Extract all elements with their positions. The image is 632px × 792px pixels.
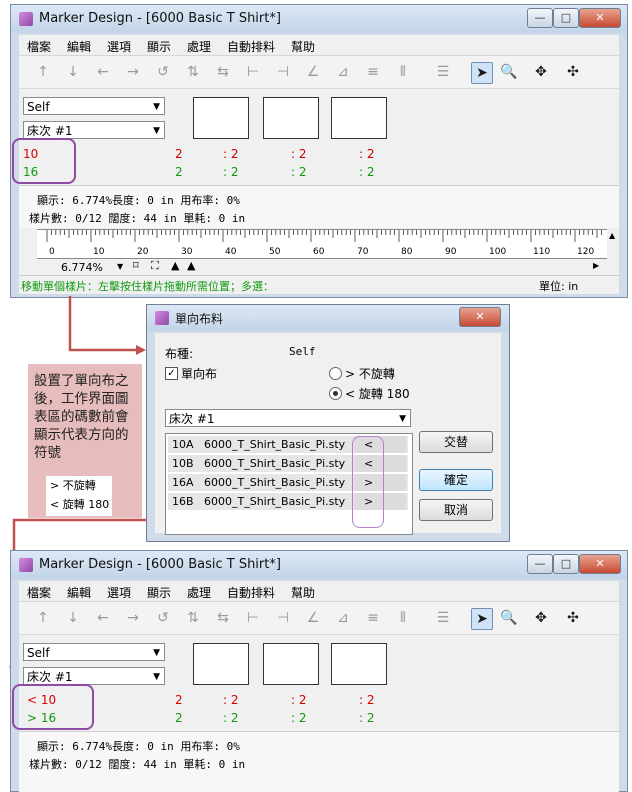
- move-up-icon[interactable]: ↑: [33, 608, 53, 628]
- fabric-select-value: Self: [27, 646, 50, 660]
- legend-no-rotate: > 不旋轉: [50, 479, 96, 492]
- dialog-app-icon: [155, 311, 169, 325]
- info-line-2: 樣片數: 0/12 闊度: 44 in 單耗: 0 in: [29, 758, 246, 771]
- dialog-body: 布種: Self ✓ 單向布 > 不旋轉 < 旋轉 180 床次 #1 ▼ 10A…: [155, 333, 501, 535]
- one-way-checkbox[interactable]: ✓: [165, 367, 178, 380]
- dialog-bed-select-value: 床次 #1: [169, 412, 215, 426]
- count-cell: : 2: [359, 711, 375, 725]
- app-icon: [19, 558, 33, 572]
- angle-icon[interactable]: ∠: [303, 608, 323, 628]
- list-file: 6000_T_Shirt_Basic_Pi.sty: [204, 457, 346, 470]
- dialog-close-button[interactable]: ✕: [459, 307, 501, 327]
- list-size: 10A: [172, 438, 194, 451]
- radio-rotate-label: < 旋轉 180: [345, 387, 410, 401]
- menu-bar: 檔案 編輯 選項 顯示 處理 自動排料 幫助: [19, 581, 619, 602]
- cancel-button[interactable]: 取消: [419, 499, 493, 521]
- list-file: 6000_T_Shirt_Basic_Pi.sty: [204, 438, 346, 451]
- title-bar[interactable]: Marker Design - [6000 Basic T Shirt*] — …: [11, 551, 627, 579]
- radio-rotate[interactable]: [329, 387, 342, 400]
- count-cell: : 2: [291, 693, 307, 707]
- fabric-value: Self: [289, 345, 316, 358]
- arrow-to-dialog: [68, 296, 140, 352]
- swap-button[interactable]: 交替: [419, 431, 493, 453]
- move-right-icon[interactable]: →: [123, 608, 143, 628]
- legend-rotate: < 旋轉 180: [50, 498, 110, 511]
- list-size: 16B: [172, 495, 194, 508]
- marker-window-bottom: Marker Design - [6000 Basic T Shirt*] — …: [10, 550, 628, 792]
- move-left-icon[interactable]: ←: [93, 608, 113, 628]
- chevron-down-icon: ▼: [153, 648, 160, 658]
- count-cell: : 2: [223, 711, 239, 725]
- align-right-icon[interactable]: ⊣: [273, 608, 293, 628]
- chevron-down-icon: ▼: [399, 414, 406, 424]
- piece-thumbnail[interactable]: [331, 643, 387, 685]
- zoom-icon[interactable]: 🔍: [499, 608, 519, 628]
- menu-edit[interactable]: 編輯: [67, 584, 91, 601]
- chevron-down-icon: ▼: [153, 672, 160, 682]
- radio-no-rotate[interactable]: [329, 367, 342, 380]
- maximize-button[interactable]: □: [553, 554, 579, 574]
- flip-horizontal-icon[interactable]: ⇆: [213, 608, 233, 628]
- list-size: 16A: [172, 476, 194, 489]
- piece-thumbnail[interactable]: [263, 643, 319, 685]
- one-way-label: 單向布: [181, 367, 218, 381]
- rotate-icon[interactable]: ↺: [153, 608, 173, 628]
- piece-list: 10A 6000_T_Shirt_Basic_Pi.sty < 10B 6000…: [165, 433, 413, 535]
- piece-thumbnail[interactable]: [193, 643, 249, 685]
- highlight-box-bottom: [12, 684, 94, 730]
- direction-legend: > 不旋轉 < 旋轉 180: [46, 476, 112, 516]
- menu-view[interactable]: 顯示: [147, 584, 171, 601]
- count-cell: : 2: [223, 693, 239, 707]
- align-left-icon[interactable]: ⊢: [243, 608, 263, 628]
- tilt-icon[interactable]: ⊿: [333, 608, 353, 628]
- lines-icon[interactable]: ☰: [433, 608, 453, 628]
- list-size: 10B: [172, 457, 194, 470]
- menu-options[interactable]: 選項: [107, 584, 131, 601]
- pointer-icon[interactable]: ➤: [471, 608, 493, 630]
- menu-process[interactable]: 處理: [187, 584, 211, 601]
- close-button[interactable]: ✕: [579, 554, 621, 574]
- move-all-icon[interactable]: ✣: [563, 608, 583, 628]
- count-cell: 2: [175, 693, 183, 707]
- bed-select[interactable]: 床次 #1 ▼: [23, 667, 165, 685]
- dialog-title-bar[interactable]: 單向布料 ✕: [147, 305, 509, 331]
- menu-auto-nest[interactable]: 自動排料: [227, 584, 275, 601]
- info-line-1: 顯示: 6.774%長度: 0 in 用布率: 0%: [37, 740, 240, 753]
- dialog-bed-select[interactable]: 床次 #1 ▼: [165, 409, 411, 427]
- list-file: 6000_T_Shirt_Basic_Pi.sty: [204, 495, 346, 508]
- dialog-title: 單向布料: [175, 312, 224, 326]
- stack-icon[interactable]: ≡: [363, 608, 383, 628]
- list-file: 6000_T_Shirt_Basic_Pi.sty: [204, 476, 346, 489]
- ok-button[interactable]: 確定: [419, 469, 493, 491]
- note-text: 設置了單向布之後，工作界面圖表區的碼數前會顯示代表方向的符號: [34, 373, 129, 461]
- move-down-icon[interactable]: ↓: [63, 608, 83, 628]
- toolbar: ↑ ↓ ← → ↺ ⇅ ⇆ ⊢ ⊣ ∠ ⊿ ≡ ⦀ ☰ ➤ 🔍 ✥ ✣: [19, 602, 619, 635]
- window-title: Marker Design - [6000 Basic T Shirt*]: [39, 557, 281, 572]
- bars-icon[interactable]: ⦀: [393, 608, 413, 628]
- one-way-fabric-dialog: 單向布料 ✕ 布種: Self ✓ 單向布 > 不旋轉 < 旋轉 180 床次 …: [146, 304, 510, 542]
- radio-no-rotate-label: > 不旋轉: [345, 367, 395, 381]
- menu-help[interactable]: 幫助: [291, 584, 315, 601]
- fabric-label: 布種:: [165, 347, 194, 361]
- arrowhead: [136, 345, 146, 355]
- count-cell: : 2: [359, 693, 375, 707]
- count-cell: 2: [175, 711, 183, 725]
- minimize-button[interactable]: —: [527, 554, 553, 574]
- client-area: 檔案 編輯 選項 顯示 處理 自動排料 幫助 ↑ ↓ ← → ↺ ⇅ ⇆ ⊢ ⊣…: [19, 581, 619, 792]
- direction-highlight: [352, 436, 384, 528]
- bed-select-value: 床次 #1: [27, 670, 73, 684]
- flip-vertical-icon[interactable]: ⇅: [183, 608, 203, 628]
- count-cell: : 2: [291, 711, 307, 725]
- pan-icon[interactable]: ✥: [531, 608, 551, 628]
- menu-file[interactable]: 檔案: [27, 584, 51, 601]
- fabric-select[interactable]: Self ▼: [23, 643, 165, 661]
- info-panel: 顯示: 6.774%長度: 0 in 用布率: 0% 樣片數: 0/12 闊度:…: [19, 731, 619, 792]
